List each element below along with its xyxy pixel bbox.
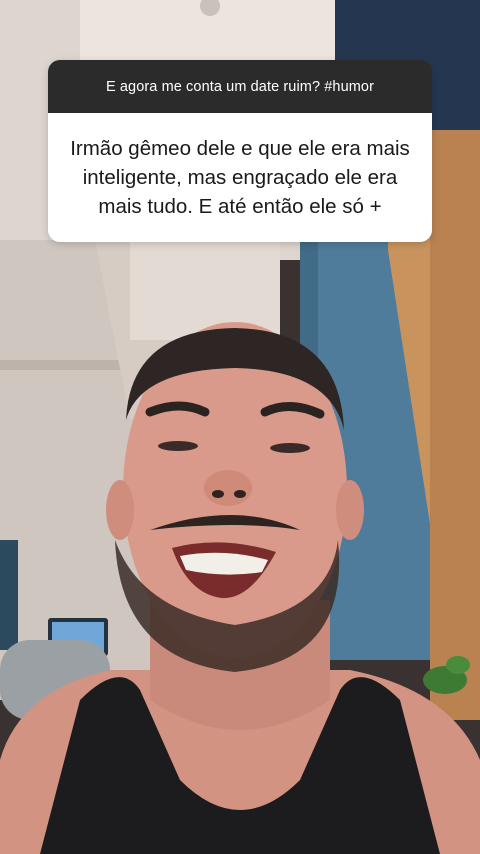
question-sticker-answer: Irmão gêmeo dele e que ele era mais inte… [48,113,432,242]
question-sticker-header: E agora me conta um date ruim? #humor [48,60,432,113]
answer-text: Irmão gêmeo dele e que ele era mais inte… [70,137,410,218]
question-text: E agora me conta um date ruim? #humor [105,78,375,95]
question-sticker[interactable]: E agora me conta um date ruim? #humor Ir… [48,60,432,242]
